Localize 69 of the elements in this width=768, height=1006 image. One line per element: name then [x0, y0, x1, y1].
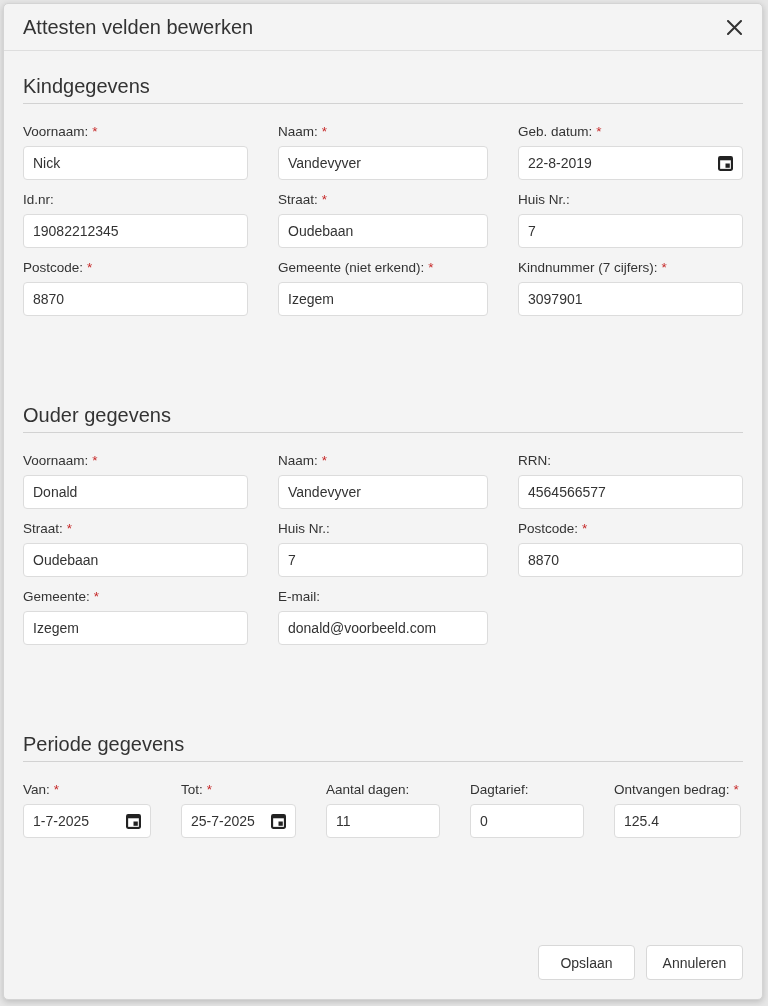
date-field[interactable]: 22-8-2019	[518, 146, 743, 180]
field-label: Id.nr:	[23, 191, 54, 209]
field-label: Gemeente:	[23, 588, 90, 606]
input-field[interactable]: 7	[278, 543, 488, 577]
input-field[interactable]: Oudebaan	[23, 543, 248, 577]
date-field[interactable]: 25-7-2025	[181, 804, 296, 838]
required-mark: *	[92, 123, 98, 141]
input-field[interactable]: Vandevyver	[278, 475, 488, 509]
cancel-button[interactable]: Annuleren	[646, 945, 743, 980]
input-field[interactable]: 11	[326, 804, 440, 838]
input-field[interactable]: 8870	[23, 282, 248, 316]
field-label: Geb. datum:	[518, 123, 593, 141]
input-field[interactable]: Izegem	[278, 282, 488, 316]
field-label: Gemeente (niet erkend):	[278, 259, 425, 277]
close-icon[interactable]	[727, 19, 742, 35]
calendar-icon[interactable]	[271, 813, 286, 829]
calendar-icon[interactable]	[126, 813, 141, 829]
input-field[interactable]: donald@voorbeeld.com	[278, 611, 488, 645]
field-label: Huis Nr.:	[278, 520, 330, 538]
required-mark: *	[92, 452, 98, 470]
required-mark: *	[206, 781, 213, 799]
field-label: Naam:	[278, 452, 318, 470]
save-button[interactable]: Opslaan	[538, 945, 635, 980]
field-label: Voornaam:	[23, 123, 89, 141]
required-mark: *	[53, 781, 60, 799]
field-label: Postcode:	[518, 520, 579, 538]
required-mark: *	[321, 123, 328, 141]
required-mark: *	[596, 123, 602, 141]
date-field[interactable]: 1-7-2025	[23, 804, 151, 838]
required-mark: *	[321, 191, 328, 209]
field-label: E-mail:	[278, 588, 320, 606]
input-field[interactable]: 8870	[518, 543, 743, 577]
calendar-icon[interactable]	[718, 155, 733, 171]
field-label: Aantal dagen:	[326, 781, 410, 799]
required-mark: *	[87, 259, 93, 277]
field-label: Ontvangen bedrag:	[614, 781, 730, 799]
field-label: Kindnummer (7 cijfers):	[518, 259, 658, 277]
field-label: Voornaam:	[23, 452, 89, 470]
required-mark: *	[93, 588, 100, 606]
input-field[interactable]: Nick	[23, 146, 248, 180]
field-label: Straat:	[278, 191, 318, 209]
input-field[interactable]: Vandevyver	[278, 146, 488, 180]
required-mark: *	[66, 520, 73, 538]
required-mark: *	[428, 259, 434, 277]
field-label: Dagtarief:	[470, 781, 529, 799]
field-label: Van:	[23, 781, 50, 799]
field-label: Huis Nr.:	[518, 191, 570, 209]
required-mark: *	[733, 781, 739, 799]
dialog-title: Attesten velden bewerken	[23, 15, 254, 39]
required-mark: *	[321, 452, 328, 470]
input-field[interactable]: 0	[470, 804, 584, 838]
required-mark: *	[661, 259, 667, 277]
field-label: Straat:	[23, 520, 63, 538]
required-mark: *	[582, 520, 588, 538]
input-field[interactable]: 4564566577	[518, 475, 743, 509]
field-label: Tot:	[181, 781, 203, 799]
input-field[interactable]: 7	[518, 214, 743, 248]
field-label: Naam:	[278, 123, 318, 141]
section-heading: Periode gegevens	[23, 732, 185, 756]
input-field[interactable]: Donald	[23, 475, 248, 509]
input-field[interactable]: 125.4	[614, 804, 741, 838]
section-heading: Kindgegevens	[23, 74, 150, 98]
field-label: Postcode:	[23, 259, 84, 277]
input-field[interactable]: 3097901	[518, 282, 743, 316]
section-heading: Ouder gegevens	[23, 403, 171, 427]
field-label: RRN:	[518, 452, 551, 470]
input-field[interactable]: Oudebaan	[278, 214, 488, 248]
input-field[interactable]: Izegem	[23, 611, 248, 645]
input-field[interactable]: 19082212345	[23, 214, 248, 248]
